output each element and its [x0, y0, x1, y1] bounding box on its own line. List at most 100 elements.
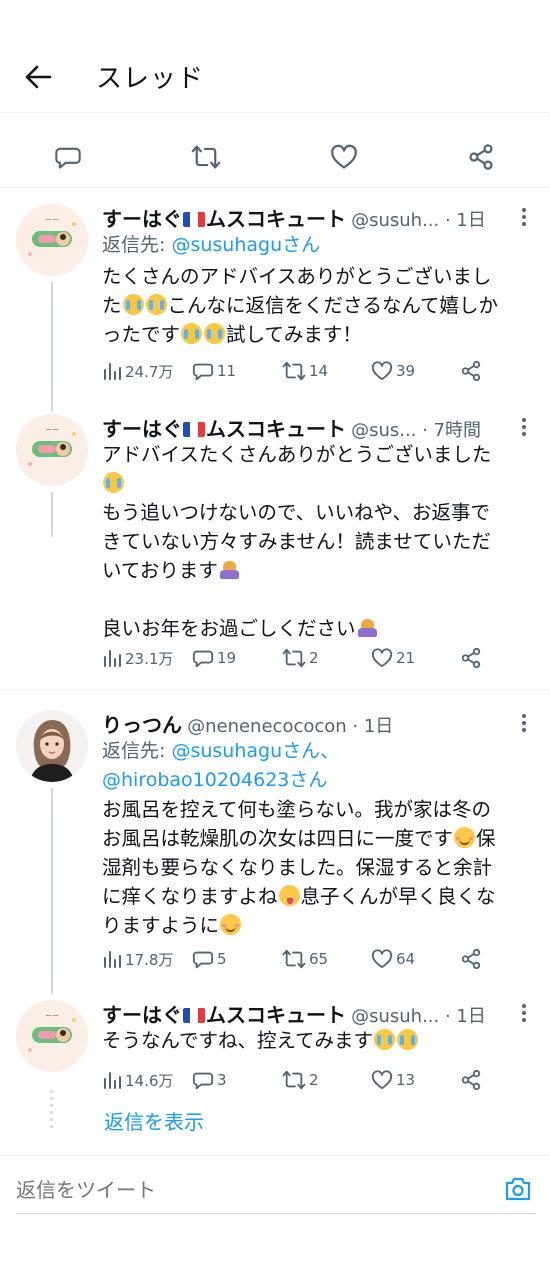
share-action-button[interactable] — [464, 140, 498, 174]
france-flag-icon — [183, 422, 205, 437]
heart-icon — [371, 949, 393, 969]
arrow-left-icon — [25, 65, 52, 89]
reply-composer — [0, 1155, 550, 1221]
face-savoring-food-icon — [278, 885, 300, 906]
reply-input[interactable] — [16, 1166, 536, 1214]
reply-icon — [192, 363, 214, 381]
reply-icon — [55, 147, 81, 169]
tweet[interactable]: ーー すーはぐ ムスコキュート @sus... · 7時間 アドバイスたくさんあり… — [0, 406, 550, 686]
avatar[interactable]: ーー — [16, 414, 88, 486]
tweet-text: お風呂を控えて何も塗らない。我が家は冬の お風呂は乾燥肌の次女は四日に一度です保… — [102, 798, 496, 937]
top-bar: スレッド — [0, 0, 550, 113]
more-options-button[interactable] — [516, 712, 532, 734]
loudly-crying-face-icon — [103, 472, 124, 493]
display-name-suffix: ムスコキュート — [206, 207, 346, 231]
divider — [0, 689, 550, 690]
display-name: りっつん — [102, 713, 182, 737]
person-bowing-icon — [357, 617, 378, 638]
tweet[interactable]: ーー すーはぐ ムスコキュート @susuh... · 1日 返信先: @susu… — [0, 196, 550, 396]
reply-icon — [192, 1072, 214, 1090]
woman-avatar — [16, 710, 88, 782]
views-metric[interactable]: 17.8万 — [102, 946, 173, 972]
display-name: すーはぐ — [102, 417, 182, 441]
share-button[interactable] — [460, 358, 482, 384]
like-count[interactable]: 64 — [371, 946, 415, 972]
reply-count[interactable]: 11 — [192, 358, 236, 384]
mention-link[interactable]: @hirobao10204623さん — [102, 769, 327, 791]
more-options-button[interactable] — [516, 206, 532, 228]
user-handle: @susuh... — [351, 1006, 440, 1027]
mention-link[interactable]: @susuhaguさん — [171, 234, 320, 256]
timestamp: 1日 — [456, 1006, 486, 1027]
baby-illustration-avatar: ーー — [16, 204, 88, 276]
like-count[interactable]: 39 — [371, 358, 415, 384]
camera-icon — [505, 1177, 531, 1201]
heart-icon — [371, 648, 393, 668]
svg-text:ーー: ーー — [45, 426, 59, 434]
tweet-text: そうなんですね、控えてみます — [102, 1026, 534, 1055]
more-options-button[interactable] — [516, 416, 532, 438]
show-replies-link[interactable]: 返信を表示 — [104, 1106, 204, 1135]
avatar[interactable] — [16, 710, 88, 782]
page-title: スレッド — [96, 64, 205, 94]
timestamp: 1日 — [363, 716, 394, 737]
analytics-icon — [104, 1072, 121, 1089]
timestamp: 7時間 — [433, 420, 482, 441]
svg-text:ーー: ーー — [45, 216, 59, 224]
camera-button[interactable] — [502, 1174, 534, 1204]
more-options-button[interactable] — [516, 1002, 532, 1024]
retweet-count[interactable]: 2 — [282, 1067, 319, 1093]
views-metric[interactable]: 23.1万 — [102, 645, 173, 671]
mention-link[interactable]: @susuhaguさん、 — [171, 740, 339, 762]
reply-icon — [192, 951, 214, 969]
share-button[interactable] — [460, 946, 482, 972]
like-count[interactable]: 21 — [371, 645, 415, 671]
person-bowing-icon — [219, 559, 240, 580]
user-handle: @susuh... — [351, 210, 440, 231]
tweet[interactable]: ーー すーはぐ ムスコキュート @susuh... · 1日 そうなんですね、控え… — [0, 995, 550, 1095]
share-icon — [461, 1069, 481, 1091]
share-icon — [469, 144, 493, 170]
heart-icon — [371, 1070, 393, 1090]
display-name: すーはぐ — [102, 207, 182, 231]
user-handle: @sus... — [351, 420, 417, 441]
loudly-crying-face-icon — [122, 294, 144, 315]
retweet-icon — [282, 361, 306, 381]
retweet-count[interactable]: 65 — [282, 946, 328, 972]
baby-illustration-avatar: ーー — [16, 1000, 88, 1072]
views-metric[interactable]: 14.6万 — [102, 1067, 173, 1093]
display-name-suffix: ムスコキュート — [206, 1003, 346, 1027]
france-flag-icon — [183, 212, 205, 227]
tweet-metrics: 23.1万 19 2 21 — [102, 645, 492, 671]
loudly-crying-face-icon — [204, 323, 226, 344]
reply-to-line: 返信先: @susuhaguさん — [102, 234, 321, 256]
tweet[interactable]: りっつん @nenenecococon · 1日 返信先: @susuhaguさ… — [0, 702, 550, 987]
like-count[interactable]: 13 — [371, 1067, 415, 1093]
main-tweet-action-bar — [0, 126, 550, 188]
retweet-icon — [282, 1070, 306, 1090]
reply-count[interactable]: 19 — [192, 645, 236, 671]
views-metric[interactable]: 24.7万 — [102, 358, 173, 384]
share-button[interactable] — [460, 645, 482, 671]
reply-count[interactable]: 5 — [192, 946, 227, 972]
baby-illustration-avatar: ーー — [16, 414, 88, 486]
share-icon — [461, 647, 481, 669]
display-name: すーはぐ — [102, 1003, 182, 1027]
reply-action-button[interactable] — [51, 140, 85, 174]
retweet-action-button[interactable] — [189, 140, 223, 174]
analytics-icon — [104, 650, 121, 667]
timestamp: 1日 — [456, 210, 486, 231]
tweet-metrics: 14.6万 3 2 13 — [102, 1067, 492, 1093]
avatar[interactable]: ーー — [16, 204, 88, 276]
retweet-count[interactable]: 2 — [282, 645, 319, 671]
loudly-crying-face-icon — [145, 294, 167, 315]
svg-text:ーー: ーー — [45, 1012, 59, 1020]
reply-count[interactable]: 3 — [192, 1067, 227, 1093]
avatar[interactable]: ーー — [16, 1000, 88, 1072]
like-action-button[interactable] — [327, 140, 361, 174]
smiling-face-icon — [220, 914, 242, 935]
analytics-icon — [104, 363, 121, 380]
retweet-count[interactable]: 14 — [282, 358, 328, 384]
back-button[interactable] — [18, 60, 58, 94]
share-button[interactable] — [460, 1067, 482, 1093]
